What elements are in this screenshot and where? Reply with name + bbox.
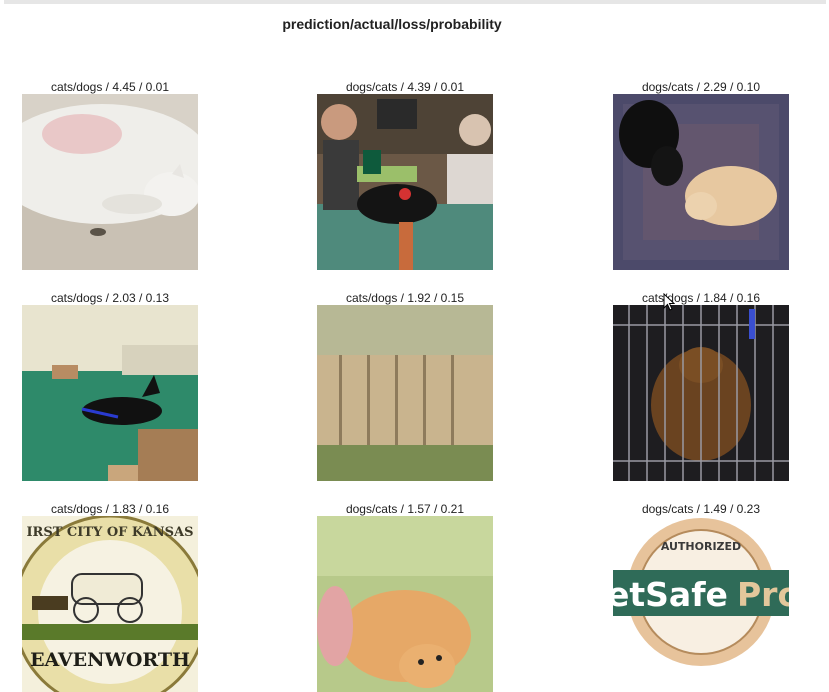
logo-top-text: AUTHORIZED: [661, 540, 741, 553]
logo-side-text: Pro: [737, 575, 789, 614]
panel-label: dogs/cats / 1.49 / 0.23: [641, 502, 761, 516]
kitten-on-towel-photo: [317, 516, 493, 692]
petsafe-logo-image: AUTHORIZED etSafe Pro: [613, 516, 789, 692]
seal-top-text: IRST CITY OF KANSAS: [26, 525, 193, 540]
panel-label: cats/dogs / 1.84 / 0.16: [641, 291, 761, 305]
dog-in-crate-photo: [613, 305, 789, 481]
panel-label: cats/dogs / 1.83 / 0.16: [50, 502, 170, 516]
mouse-pointer-icon: [663, 293, 675, 311]
city-seal-image: IRST CITY OF KANSAS EAVENWORTH: [22, 516, 198, 692]
dog-and-cat-on-rug-photo: [613, 94, 789, 270]
panel-label: cats/dogs / 2.03 / 0.13: [50, 291, 170, 305]
dog-on-floor-photo: [22, 305, 198, 481]
panel-label: cats/dogs / 4.45 / 0.01: [50, 80, 170, 94]
panel-label: dogs/cats / 4.39 / 0.01: [345, 80, 465, 94]
logo-main-text: etSafe: [613, 575, 728, 614]
white-cat-photo: [22, 94, 198, 270]
kids-with-cat-photo: [317, 94, 493, 270]
panel-label: cats/dogs / 1.92 / 0.15: [345, 291, 465, 305]
wooden-fence-photo: [317, 305, 493, 481]
panel-label: dogs/cats / 1.57 / 0.21: [345, 502, 465, 516]
top-border: [4, 0, 826, 4]
seal-bottom-text: EAVENWORTH: [30, 649, 190, 671]
panel-label: dogs/cats / 2.29 / 0.10: [641, 80, 761, 94]
figure-title: prediction/actual/loss/probability: [282, 16, 502, 32]
